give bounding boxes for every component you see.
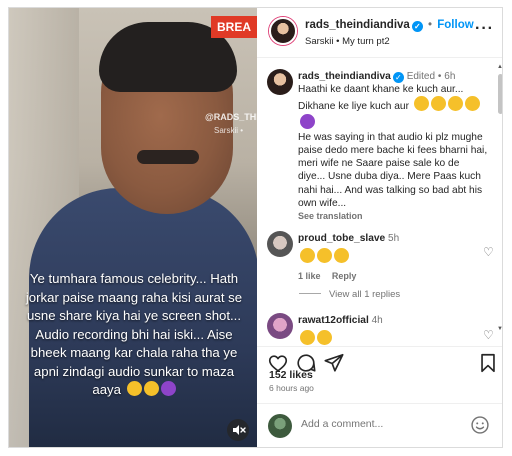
author-avatar[interactable] (269, 17, 297, 45)
scroll-up-arrow-icon[interactable]: ▲ (497, 64, 502, 70)
replies-divider-line (299, 293, 321, 294)
laughing-emoji-icon (300, 330, 315, 346)
view-replies-label: View all 1 replies (329, 289, 401, 300)
laughing-emoji-icon (317, 248, 332, 264)
video-text-overlay: Ye tumhara famous celebrity... Hath jork… (23, 270, 245, 400)
comment-time: 5h (388, 233, 400, 244)
comment-username[interactable]: proud_tobe_slave (298, 233, 385, 244)
likes-count[interactable]: 152 likes (269, 369, 313, 381)
comment-item: rawat12official 4h ♡ (267, 311, 497, 346)
audio-line[interactable]: Sarskii • My turn pt2 (305, 36, 390, 47)
laughing-emoji-icon (430, 96, 446, 112)
laughing-emoji-icon (143, 381, 159, 396)
laughing-emoji-icon (317, 330, 332, 346)
comment-like-heart-icon[interactable]: ♡ (483, 329, 495, 341)
video-brand-tag: BREA (211, 16, 257, 38)
audio-separator: • (336, 36, 340, 47)
laughing-emoji-icon (447, 96, 463, 112)
author-username[interactable]: rads_theindiandiva (305, 19, 410, 31)
video-watermark-user: @RADS_THEI (205, 112, 257, 122)
video-caption-text: Ye tumhara famous celebrity... Hath jork… (25, 271, 243, 397)
comment-username[interactable]: rawat12official (298, 315, 369, 326)
post-header: rads_theindiandiva ✓ • Follow Sarskii • M… (257, 8, 502, 58)
audio-artist: Sarskii (305, 36, 334, 47)
verified-badge-icon: ✓ (411, 21, 423, 32)
add-comment-input[interactable] (301, 418, 451, 430)
author-line: rads_theindiandiva ✓ • Follow (305, 19, 474, 32)
laughing-emoji-icon (300, 248, 315, 264)
post-video[interactable]: BREA @RADS_THEI Sarskii • Ye tumhara fam… (9, 8, 257, 447)
commenter-avatar[interactable] (267, 231, 293, 257)
verified-badge-icon: ✓ (392, 72, 404, 83)
laughing-emoji-icon (334, 248, 349, 264)
commenter-avatar[interactable] (267, 313, 293, 339)
comment-text-block: rawat12official 4h (298, 314, 488, 346)
more-options-icon[interactable]: ··· (475, 20, 494, 38)
grinning-emoji-icon (464, 96, 480, 112)
current-user-avatar (268, 414, 292, 438)
person-mustache (137, 150, 199, 164)
separator-dot: • (428, 19, 433, 31)
caption-dot: • (437, 71, 442, 82)
caption-edited-label: Edited (406, 71, 436, 82)
instagram-post-modal: BREA @RADS_THEI Sarskii • Ye tumhara fam… (8, 7, 503, 448)
scroll-down-arrow-icon[interactable]: ▼ (497, 326, 502, 332)
comment-reply-button[interactable]: Reply (332, 271, 357, 281)
save-bookmark-icon[interactable] (477, 352, 499, 374)
caption-username[interactable]: rads_theindiandiva (298, 71, 391, 82)
devil-emoji-icon (160, 381, 176, 396)
see-translation-link[interactable]: See translation (298, 211, 363, 221)
add-comment-bar (257, 403, 502, 447)
laughing-emoji-icon (413, 96, 429, 112)
comment-text-block: proud_tobe_slave 5h 1 like Reply (298, 232, 488, 284)
view-replies-toggle[interactable]: View all 1 replies (299, 289, 400, 300)
caption-author-avatar[interactable] (267, 69, 293, 95)
caption-time: 6h (444, 71, 456, 82)
caption-body: He was saying in that audio ki plz mughe… (298, 131, 488, 209)
audio-title: My turn pt2 (342, 36, 390, 47)
speaker-muted-icon (233, 425, 246, 435)
laughing-emoji-icon (126, 381, 142, 396)
post-side-panel: rads_theindiandiva ✓ • Follow Sarskii • M… (257, 8, 502, 447)
scroll-thumb[interactable] (498, 74, 502, 114)
comment-time: 4h (371, 315, 383, 326)
comment-like-heart-icon[interactable]: ♡ (483, 246, 495, 258)
follow-button[interactable]: Follow (437, 19, 473, 31)
video-watermark-audio: Sarskii • (214, 126, 244, 135)
caption-text-block: rads_theindiandiva ✓ Edited • 6h Haathi k… (298, 70, 488, 223)
comments-section: rads_theindiandiva ✓ Edited • 6h Haathi k… (257, 59, 502, 346)
caption-comment: rads_theindiandiva ✓ Edited • 6h Haathi k… (267, 67, 497, 221)
comments-scrollbar[interactable]: ▲ ▼ (497, 64, 502, 334)
emoji-picker-icon[interactable] (470, 415, 490, 435)
devil-emoji-icon (300, 113, 315, 129)
mute-button[interactable] (227, 419, 249, 441)
comment-likes-count[interactable]: 1 like (298, 271, 321, 281)
post-timestamp: 6 hours ago (269, 383, 314, 393)
share-paper-plane-icon[interactable] (323, 352, 345, 374)
